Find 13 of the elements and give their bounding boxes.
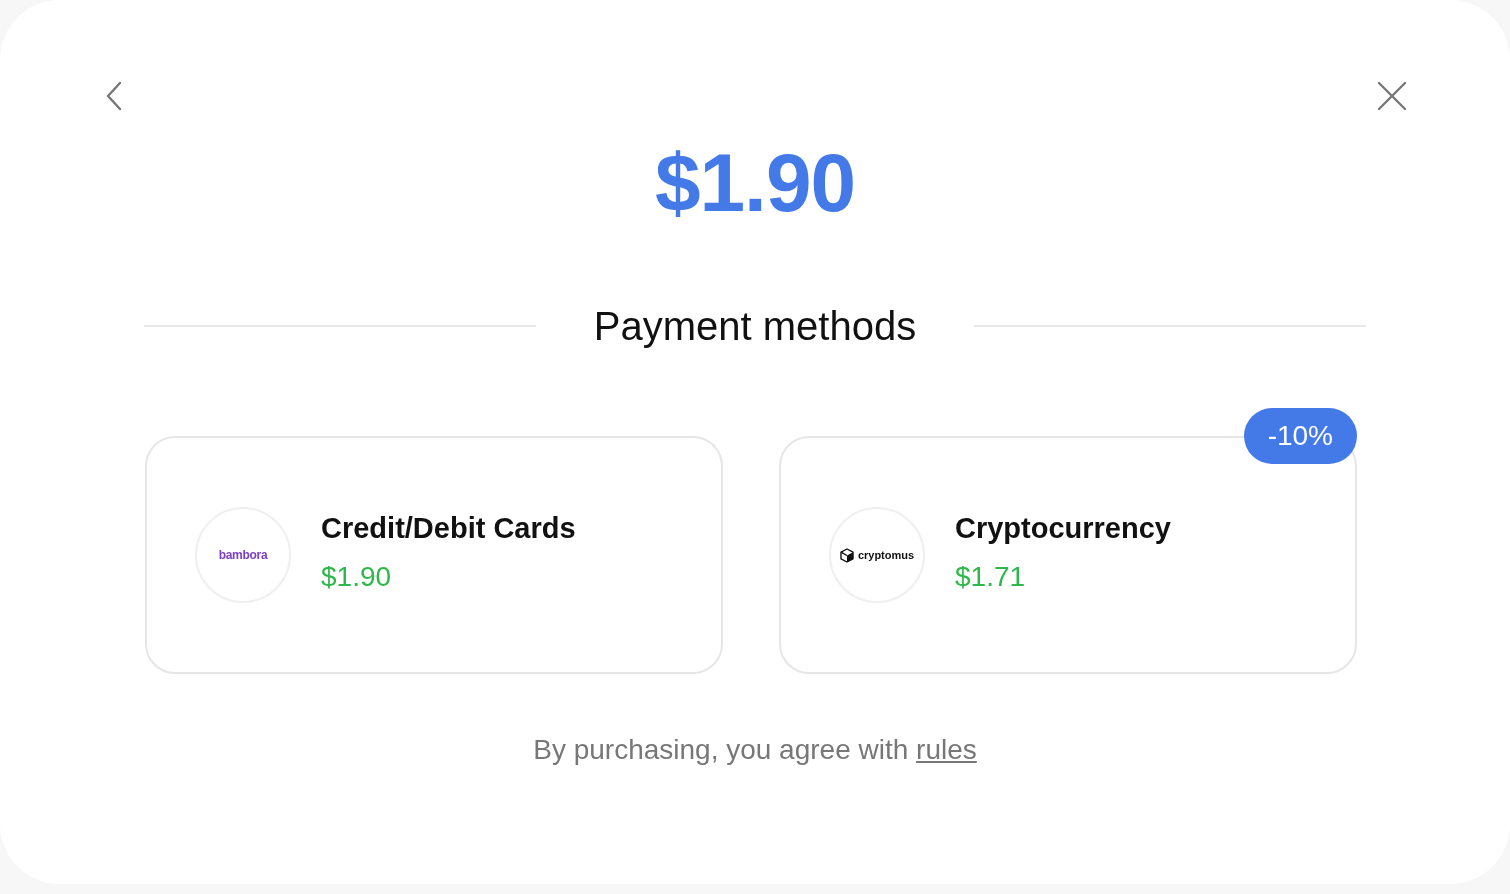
total-price: $1.90: [654, 142, 856, 224]
terms-notice: By purchasing, you agree with rules: [533, 736, 977, 764]
logo-wordmark: bambora: [218, 549, 268, 561]
discount-badge: -10%: [1243, 408, 1357, 464]
method-name: Cryptocurrency: [955, 513, 1171, 543]
method-name: Credit/Debit Cards: [321, 513, 576, 543]
section-title: Payment methods: [592, 306, 918, 346]
payment-option-card[interactable]: bambora Credit/Debit Cards $1.90: [145, 436, 723, 674]
method-price: $1.90: [321, 562, 393, 591]
logo-wordmark: cryptomus: [857, 549, 915, 561]
cube-icon: [839, 547, 854, 563]
rules-link[interactable]: rules: [916, 734, 977, 765]
method-price: $1.71: [955, 562, 1027, 591]
